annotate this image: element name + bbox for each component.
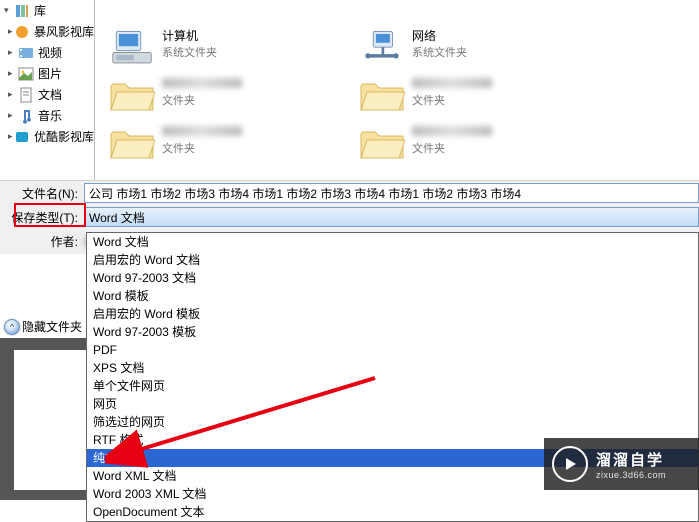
file-type: 系统文件夹	[412, 44, 467, 60]
savetype-row: 保存类型(T): Word 文档	[0, 205, 699, 229]
video-icon	[18, 45, 34, 61]
computer-icon	[108, 28, 156, 68]
tree-item-youku[interactable]: ▸ 优酷影视库	[0, 126, 94, 147]
tree-label: 文档	[38, 86, 62, 103]
expand-arrow[interactable]: ▸	[8, 110, 18, 121]
hide-folders-button[interactable]: 隐藏文件夹	[4, 318, 82, 335]
savetype-option[interactable]: Word 文档	[87, 233, 698, 251]
tree-item-picture[interactable]: ▸ 图片	[0, 63, 94, 84]
expand-arrow[interactable]: ▸	[8, 89, 18, 100]
favorites-tree: ▾ 库 ▸ 暴风影视库 ▸ 视频 ▸ 图片 ▸ 文档 ▸	[0, 0, 95, 340]
storm-icon	[14, 24, 30, 40]
filename-label: 文件名(N):	[0, 185, 84, 202]
music-icon	[18, 108, 34, 124]
file-type: 文件夹	[162, 140, 242, 156]
file-name: 网络	[412, 28, 467, 44]
savetype-option[interactable]: 单个文件网页	[87, 377, 698, 395]
file-item-computer[interactable]: 计算机 系统文件夹	[100, 24, 350, 72]
file-item-folder[interactable]: 文件夹	[350, 72, 600, 120]
file-type: 文件夹	[412, 92, 492, 108]
tree-label: 图片	[38, 65, 62, 82]
savetype-option[interactable]: PDF	[87, 341, 698, 359]
author-label: 作者:	[0, 233, 84, 250]
watermark-badge: 溜溜自学 zixue.3d66.com	[544, 438, 699, 490]
tree-label: 音乐	[38, 107, 62, 124]
tree-item-video[interactable]: ▸ 视频	[0, 42, 94, 63]
file-name: 计算机	[162, 28, 217, 44]
file-type: 文件夹	[162, 92, 242, 108]
expand-arrow[interactable]: ▸	[8, 47, 18, 58]
file-item-folder[interactable]: 文件夹	[100, 120, 350, 168]
tree-item-storm[interactable]: ▸ 暴风影视库	[0, 21, 94, 42]
savetype-option[interactable]: OpenDocument 文本	[87, 503, 698, 521]
savetype-option[interactable]: Word 97-2003 模板	[87, 323, 698, 341]
tree-label: 库	[34, 2, 46, 19]
savetype-option[interactable]: 网页	[87, 395, 698, 413]
savetype-label: 保存类型(T):	[0, 209, 84, 226]
file-list-pane: 计算机 系统文件夹 网络 系统文件夹 文件夹	[96, 0, 699, 180]
file-name	[162, 124, 242, 140]
filename-input[interactable]	[84, 183, 699, 203]
savetype-option[interactable]: 筛选过的网页	[87, 413, 698, 431]
library-icon	[14, 3, 30, 19]
savetype-value: Word 文档	[89, 209, 145, 226]
watermark-title: 溜溜自学	[596, 449, 666, 470]
folder-icon	[358, 76, 406, 116]
file-name	[412, 124, 492, 140]
savetype-dropdown[interactable]: Word 文档	[84, 207, 699, 227]
tree-item-document[interactable]: ▸ 文档	[0, 84, 94, 105]
folder-icon	[108, 124, 156, 164]
filename-row: 文件名(N):	[0, 181, 699, 205]
youku-icon	[14, 129, 30, 145]
hide-folders-label: 隐藏文件夹	[22, 318, 82, 335]
file-item-folder[interactable]: 文件夹	[350, 120, 600, 168]
file-type: 系统文件夹	[162, 44, 217, 60]
savetype-option[interactable]: XPS 文档	[87, 359, 698, 377]
tree-label: 视频	[38, 44, 62, 61]
watermark-url: zixue.3d66.com	[596, 470, 666, 480]
file-name	[412, 76, 492, 92]
savetype-option[interactable]: 启用宏的 Word 文档	[87, 251, 698, 269]
savetype-option[interactable]: Word 97-2003 文档	[87, 269, 698, 287]
tree-label: 暴风影视库	[34, 23, 94, 40]
background-app-page	[14, 350, 86, 490]
tree-item-library[interactable]: ▾ 库	[0, 0, 94, 21]
picture-icon	[18, 66, 34, 82]
expand-arrow[interactable]: ▾	[4, 5, 14, 16]
document-icon	[18, 87, 34, 103]
play-icon	[552, 446, 588, 482]
file-name	[162, 76, 242, 92]
file-type: 文件夹	[412, 140, 492, 156]
expand-arrow[interactable]: ▸	[8, 68, 18, 79]
savetype-option[interactable]: Word 模板	[87, 287, 698, 305]
file-item-network[interactable]: 网络 系统文件夹	[350, 24, 600, 72]
tree-label: 优酷影视库	[34, 128, 94, 145]
folder-icon	[358, 124, 406, 164]
tree-item-music[interactable]: ▸ 音乐	[0, 105, 94, 126]
folder-icon	[108, 76, 156, 116]
savetype-option[interactable]: 启用宏的 Word 模板	[87, 305, 698, 323]
network-icon	[358, 28, 406, 68]
file-item-folder[interactable]: 文件夹	[100, 72, 350, 120]
